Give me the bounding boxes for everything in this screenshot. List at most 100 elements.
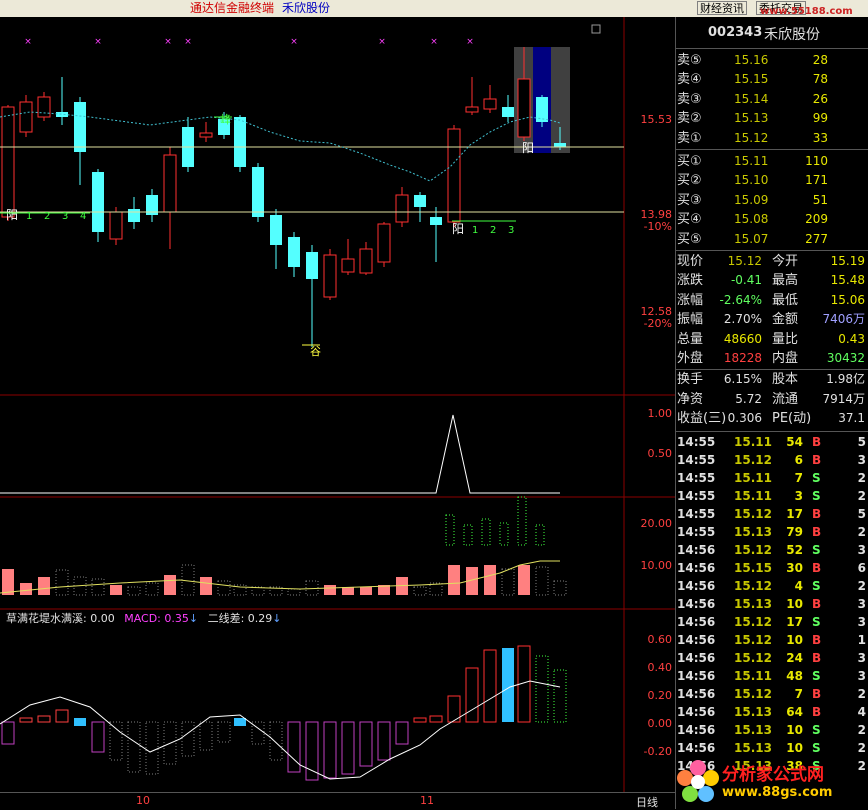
macd-bar: [269, 721, 283, 761]
candle-body: [536, 97, 548, 122]
tick-row: 14:56 15.12 52 S 3: [676, 541, 868, 559]
price-axis-label: -20%: [644, 317, 672, 330]
bid-row: 买① 15.11 110: [676, 152, 868, 171]
volume-bar: [91, 578, 105, 596]
tick-row: 14:55 15.11 54 B 5: [676, 433, 868, 451]
tick-row: 14:55 15.12 6 B 3: [676, 451, 868, 469]
tick-volume: 7: [794, 686, 803, 701]
tick-price: 15.12: [734, 542, 772, 557]
tick-volume: 6: [794, 452, 803, 467]
macd-bar: [19, 717, 33, 723]
candle-body: [517, 78, 531, 138]
tick-row: 14:56 15.12 17 S 3: [676, 613, 868, 631]
ask-row: 卖③ 15.14 26: [676, 90, 868, 109]
tick-count: 3: [857, 650, 866, 665]
macd-bar: [145, 721, 159, 775]
stat-label: 外盘: [677, 351, 704, 366]
stat-value: 0.43: [838, 331, 865, 346]
tick-side: B: [812, 560, 822, 575]
finance-news-button[interactable]: 财经资讯: [697, 1, 747, 15]
stat-value: 6.15%: [723, 372, 762, 387]
tick-side: S: [812, 578, 821, 593]
volume-bar: [287, 588, 301, 596]
tick-price: 15.11: [734, 488, 772, 503]
signal-line: [0, 414, 560, 494]
ask-label: 卖①: [677, 130, 702, 146]
tick-price: 15.13: [734, 704, 772, 719]
volume-bar: [360, 587, 372, 595]
tick-time: 14:56: [677, 596, 716, 611]
tick-volume: 52: [786, 542, 803, 557]
stat-value: 7914万: [822, 391, 865, 406]
valley-label: 谷: [310, 345, 321, 358]
bid-volume: 171: [805, 173, 828, 188]
volume-outline: [463, 524, 473, 546]
candle-body: [109, 211, 123, 240]
candle-body: [37, 96, 51, 118]
tick-count: 2: [857, 470, 866, 485]
ask-price: 15.14: [734, 91, 769, 106]
macd-bar: [37, 715, 51, 723]
stat-value: 18228: [723, 351, 762, 365]
peak-label: 峰: [220, 113, 231, 126]
candle-body: [252, 167, 264, 217]
macd-bar: [287, 721, 301, 773]
bid-volume: 51: [812, 192, 828, 207]
price-axis-label: -10%: [644, 220, 672, 233]
tick-row: 14:56 15.12 4 S 2: [676, 577, 868, 595]
tick-count: 2: [857, 488, 866, 503]
tick-time: 14:55: [677, 470, 716, 485]
period-label[interactable]: 日线: [636, 794, 658, 810]
stat-row: 收益(三) 0.306 PE(动) 37.1: [676, 409, 868, 428]
tick-time: 14:56: [677, 578, 716, 593]
tick-row: 14:55 15.12 17 B 5: [676, 505, 868, 523]
tick-row: 14:56 15.12 10 B 1: [676, 631, 868, 649]
macd-bar: [429, 715, 443, 723]
candle-body: [199, 132, 213, 138]
macd-axis-label: 0.60: [648, 633, 673, 646]
top-marker: ×: [164, 37, 172, 47]
volume-bar: [413, 586, 427, 596]
macd-bar: [413, 717, 427, 723]
volume-outline: [481, 518, 491, 546]
ask-bid-divider: [676, 149, 868, 150]
tick-side: S: [812, 542, 821, 557]
macd-bar: [535, 655, 549, 723]
tick-count: 2: [857, 578, 866, 593]
macd-dif-line: [0, 680, 561, 780]
macd-bar: [181, 721, 195, 757]
candle-body: [483, 98, 497, 110]
tick-side: B: [812, 686, 822, 701]
volume-bar: [324, 585, 336, 595]
tick-price: 15.12: [734, 686, 772, 701]
tick-time: 14:56: [677, 560, 716, 575]
top-marker: ×: [24, 37, 32, 47]
tick-volume: 10: [786, 632, 803, 647]
bid-price: 15.10: [734, 173, 769, 188]
volume-bar: [20, 583, 32, 595]
bid-volume: 110: [805, 154, 828, 168]
stat-row: 涨幅 -2.64% 最低 15.06: [676, 291, 868, 310]
volume-bar: [55, 569, 69, 596]
macd-bar: [502, 648, 514, 722]
tick-volume: 10: [786, 596, 803, 611]
kline-chart[interactable]: 15.5313.98-10%12.58-20%1.000.5020.0010.0…: [0, 17, 676, 809]
tick-side: B: [812, 632, 822, 647]
top-marker: ×: [466, 37, 474, 47]
flower-logo-icon: [677, 760, 719, 802]
candle-body: [270, 215, 282, 245]
stat-value: 15.48: [830, 273, 865, 288]
ask-price: 15.15: [734, 72, 769, 87]
tick-side: B: [812, 524, 822, 539]
macd-bar: [553, 669, 567, 723]
stat-label: 股本: [772, 372, 799, 388]
volume-outline: [517, 496, 527, 546]
tick-row: 14:56 15.11 48 S 3: [676, 667, 868, 685]
bid-price: 15.09: [734, 192, 769, 207]
stat-value: 7406万: [822, 312, 865, 327]
bid-row: 买⑤ 15.07 277: [676, 230, 868, 249]
stat-value: 15.06: [830, 292, 865, 307]
ask-volume: 33: [812, 130, 828, 145]
tick-time: 14:56: [677, 668, 716, 683]
bid-row: 买③ 15.09 51: [676, 191, 868, 210]
